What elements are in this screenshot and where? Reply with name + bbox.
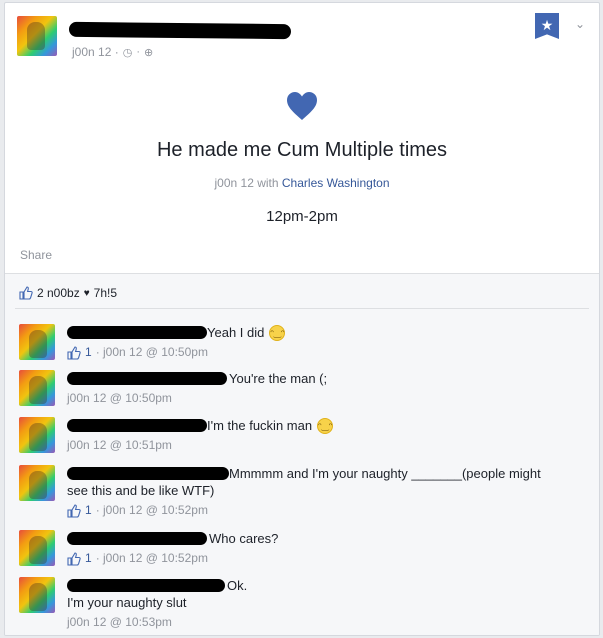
smiley-emoji-icon: ᵔ‿ᵔ: [317, 417, 334, 434]
commenter-avatar[interactable]: [19, 370, 55, 406]
comment-like-count[interactable]: 1: [85, 550, 92, 567]
smiley-emoji-icon: ᵔ‿ᵔ: [269, 324, 286, 341]
redacted-commenter-name: [67, 532, 207, 545]
like-thumb-icon[interactable]: [67, 551, 81, 566]
clock-icon: ◷: [122, 46, 133, 59]
commenter-avatar[interactable]: [19, 577, 55, 613]
life-event: He made me Cum Multiple times j00n 12 wi…: [5, 91, 599, 225]
commenter-avatar[interactable]: [19, 417, 55, 453]
commenter-avatar[interactable]: [19, 324, 55, 360]
comments-section: 2 n00bz ♥ 7h!5 Yeah I did ᵔ‿ᵔ 1 · j00n 1…: [5, 273, 599, 635]
comment-like-count[interactable]: 1: [85, 502, 92, 519]
comment-text: Yeah I did: [207, 325, 265, 340]
comment-timestamp[interactable]: · j00n 12 @ 10:50pm: [96, 344, 208, 361]
life-event-subtitle: j00n 12 with Charles Washington: [214, 176, 390, 190]
heart-small-icon: ♥: [83, 287, 90, 299]
like-thumb-icon[interactable]: [67, 503, 81, 518]
life-event-time: 12pm-2pm: [266, 208, 338, 225]
comment-timestamp[interactable]: j00n 12 @ 10:51pm: [67, 437, 172, 454]
comment-text: Ok.: [227, 578, 248, 593]
likes-count[interactable]: 2 n00bz: [37, 286, 80, 300]
post-card: j00n 12 · ◷ · ⊕ ★ ⌄ He made me Cum Multi…: [4, 2, 600, 636]
redacted-commenter-name: [67, 579, 225, 592]
post-header: j00n 12 · ◷ · ⊕: [17, 16, 577, 66]
like-thumb-icon: [19, 286, 33, 300]
comment-timestamp[interactable]: · j00n 12 @ 10:52pm: [96, 502, 208, 519]
chevron-down-icon[interactable]: ⌄: [575, 17, 585, 31]
comment-timestamp[interactable]: j00n 12 @ 10:53pm: [67, 614, 172, 631]
comment-text: Who cares?: [209, 531, 279, 546]
like-thumb-icon[interactable]: [67, 345, 81, 360]
redacted-commenter-name: [67, 419, 207, 432]
comment-text: I'm the fuckin man: [207, 418, 313, 433]
comment-text: You're the man (;: [229, 371, 328, 386]
life-event-title: He made me Cum Multiple times: [156, 139, 448, 161]
comment-text-continued: see this and be like WTF): [67, 483, 215, 498]
redacted-commenter-name: [67, 467, 229, 480]
commenter-avatar[interactable]: [19, 465, 55, 501]
redacted-commenter-name: [67, 372, 227, 385]
post-meta: j00n 12 · ◷ · ⊕: [72, 45, 154, 59]
tagged-person-link[interactable]: Charles Washington: [282, 176, 390, 190]
reactions-summary[interactable]: 2 n00bz ♥ 7h!5: [19, 286, 117, 300]
divider: [15, 308, 589, 309]
comment-text-continued: I'm your naughty slut: [67, 595, 187, 610]
comment-timestamp[interactable]: · j00n 12 @ 10:52pm: [96, 550, 208, 567]
commenter-avatar[interactable]: [19, 530, 55, 566]
author-avatar[interactable]: [17, 16, 57, 56]
share-button[interactable]: Share: [20, 248, 52, 262]
heart-icon: [287, 92, 317, 120]
globe-icon[interactable]: ⊕: [144, 46, 153, 59]
comment-timestamp[interactable]: j00n 12 @ 10:50pm: [67, 390, 172, 407]
comment-like-count[interactable]: 1: [85, 344, 92, 361]
loves-count[interactable]: 7h!5: [94, 286, 117, 300]
redacted-author-name: [68, 21, 292, 40]
post-date[interactable]: j00n 12 ·: [72, 45, 119, 59]
redacted-commenter-name: [67, 326, 207, 339]
comment-text: Mmmmm and I'm your naughty _______(peopl…: [229, 466, 541, 481]
